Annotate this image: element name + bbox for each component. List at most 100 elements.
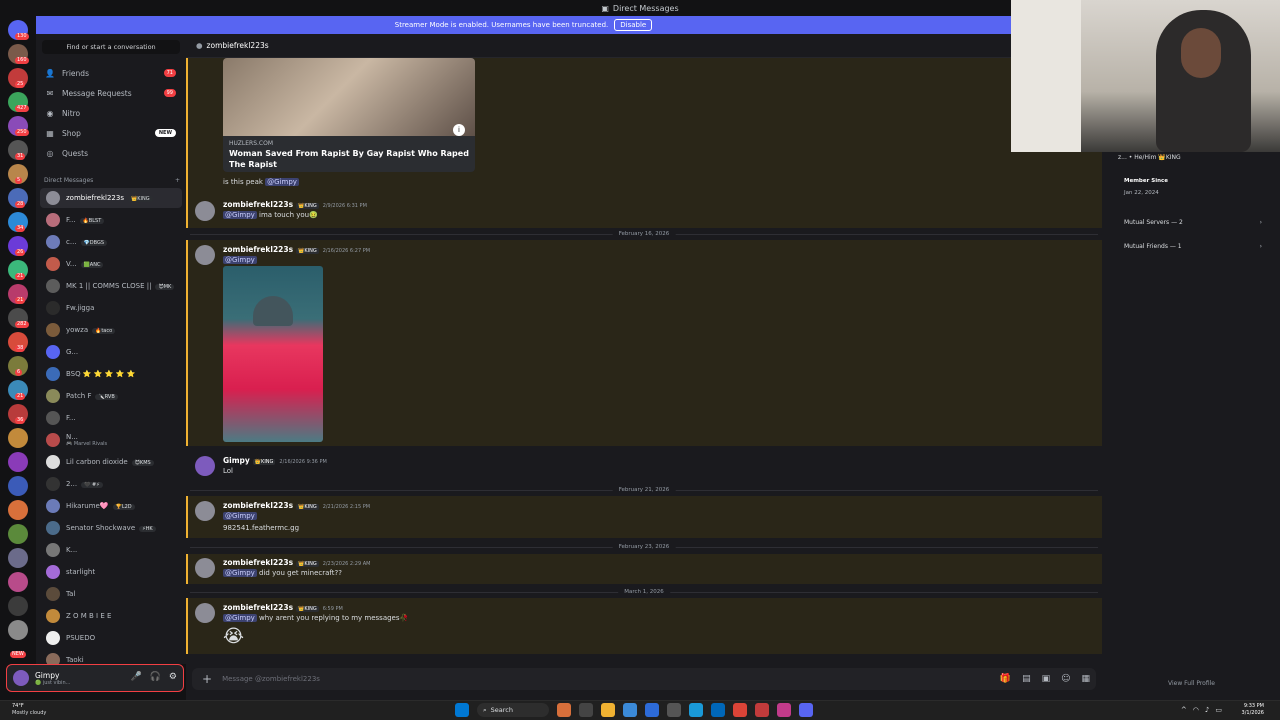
author-name[interactable]: zombiefrekl223s <box>223 603 293 612</box>
message-author[interactable]: Gimpy 👑KING 2/16/2026 9:36 PM <box>223 456 327 465</box>
message-author[interactable]: zombiefrekl223s 👑KING 2/16/2026 6:27 PM <box>223 245 370 254</box>
microphone-icon[interactable]: 🎤 <box>130 672 141 682</box>
avatar[interactable] <box>195 245 215 265</box>
battery-icon[interactable]: ▭ <box>1215 706 1222 714</box>
nav-shop[interactable]: ▦ Shop NEW <box>40 124 182 142</box>
notepad-icon[interactable] <box>667 703 681 717</box>
dm-item[interactable]: BSQ ⭐ ⭐ ⭐ ⭐ ⭐ <box>40 364 182 384</box>
dm-item[interactable]: PSUEDO <box>40 628 182 648</box>
gear-icon[interactable]: ⚙ <box>169 672 177 682</box>
store-icon[interactable] <box>711 703 725 717</box>
edge-icon[interactable] <box>689 703 703 717</box>
dm-item[interactable]: c... 💎DBGS <box>40 232 182 252</box>
widgets-icon[interactable] <box>557 703 571 717</box>
nav-nitro[interactable]: ◉ Nitro <box>40 104 182 122</box>
server-icon[interactable] <box>8 500 28 520</box>
dm-item[interactable]: V... 🟩ANC <box>40 254 182 274</box>
embed-site[interactable]: HUZLERS.COM <box>229 140 273 147</box>
dm-item[interactable]: N... 🎮 Marvel Rivals <box>40 430 182 450</box>
dm-item[interactable]: 2... 🖤 #⚡ <box>40 474 182 494</box>
server-icon[interactable] <box>8 524 28 544</box>
recipient-name[interactable]: zombiefrekl223s <box>207 41 269 50</box>
create-dm-button[interactable]: + <box>175 177 180 184</box>
discord-taskbar-icon[interactable] <box>799 703 813 717</box>
view-full-profile-link[interactable]: View Full Profile <box>1168 680 1215 687</box>
dm-item[interactable]: G... <box>40 342 182 362</box>
mention[interactable]: @Gimpy <box>223 569 257 577</box>
chevron-up-icon[interactable]: ^ <box>1181 706 1187 714</box>
avatar[interactable] <box>195 201 215 221</box>
dm-item[interactable]: K... <box>40 540 182 560</box>
app-icon[interactable] <box>777 703 791 717</box>
message-input[interactable]: Message @zombiefrekl223s <box>222 675 320 683</box>
chrome-icon[interactable] <box>733 703 747 717</box>
dm-item[interactable]: F... 🔥BLST <box>40 210 182 230</box>
gif-icon[interactable]: ▤ <box>1022 674 1031 684</box>
author-name[interactable]: zombiefrekl223s <box>223 245 293 254</box>
find-conversation-button[interactable]: Find or start a conversation <box>42 40 180 54</box>
message-author[interactable]: zombiefrekl223s 👑KING 2/23/2026 2:29 AM <box>223 558 370 567</box>
author-name[interactable]: zombiefrekl223s <box>223 501 293 510</box>
server-icon[interactable] <box>8 452 28 472</box>
message-author[interactable]: zombiefrekl223s 👑KING 6:59 PM <box>223 603 343 612</box>
dm-item[interactable]: Patch F 🔪RVB <box>40 386 182 406</box>
mutual-friends-row[interactable]: Mutual Friends — 1 › <box>1118 238 1268 254</box>
dm-item[interactable]: yowza 🔥taco <box>40 320 182 340</box>
dm-item[interactable]: starlight <box>40 562 182 582</box>
app-icon[interactable] <box>755 703 769 717</box>
server-icon[interactable] <box>8 428 28 448</box>
volume-icon[interactable]: ♪ <box>1205 706 1209 714</box>
server-icon[interactable] <box>8 572 28 592</box>
server-icon[interactable] <box>8 476 28 496</box>
embed-title[interactable]: Woman Saved From Rapist By Gay Rapist Wh… <box>229 148 469 170</box>
wifi-icon[interactable]: ◠ <box>1193 706 1199 714</box>
gift-icon[interactable]: 🎁 <box>1000 674 1011 684</box>
nav-message-requests[interactable]: ✉ Message Requests 99 <box>40 84 182 102</box>
outlook-icon[interactable] <box>645 703 659 717</box>
message-author[interactable]: zombiefrekl223s 👑KING 2/9/2026 6:31 PM <box>223 200 367 209</box>
dm-item[interactable]: F... <box>40 408 182 428</box>
task-view-icon[interactable] <box>579 703 593 717</box>
apps-icon[interactable]: ▦ <box>1081 674 1090 684</box>
server-icon[interactable] <box>8 548 28 568</box>
attached-image[interactable] <box>223 266 323 442</box>
dm-item[interactable]: Tal <box>40 584 182 604</box>
server-icon[interactable] <box>8 596 28 616</box>
info-icon[interactable]: i <box>453 124 465 136</box>
author-name[interactable]: Gimpy <box>223 456 250 465</box>
mention[interactable]: @Gimpy <box>223 512 257 520</box>
message-input-box[interactable]: + Message @zombiefrekl223s 🎁 ▤ ▣ ☺ ▦ <box>192 668 1096 690</box>
dm-item[interactable]: Fw.jigga <box>40 298 182 318</box>
file-explorer-icon[interactable] <box>601 703 615 717</box>
mutual-servers-row[interactable]: Mutual Servers — 2 › <box>1118 214 1268 230</box>
dm-item[interactable]: Hikarume🩷 🏆L2D <box>40 496 182 516</box>
avatar[interactable] <box>13 670 29 686</box>
dm-item[interactable]: Z O M B I E E <box>40 606 182 626</box>
nav-friends[interactable]: 👤 Friends 71 <box>40 64 182 82</box>
plus-icon[interactable]: + <box>202 672 212 686</box>
nav-quests[interactable]: ◎ Quests <box>40 144 182 162</box>
avatar[interactable] <box>195 501 215 521</box>
link-embed[interactable]: i HUZLERS.COM Woman Saved From Rapist By… <box>223 58 475 172</box>
mention[interactable]: @Gimpy <box>223 256 257 264</box>
sticker-icon[interactable]: ▣ <box>1042 674 1051 684</box>
disable-button[interactable]: Disable <box>614 19 653 31</box>
mention[interactable]: @Gimpy <box>265 178 299 186</box>
headphones-icon[interactable]: 🎧 <box>150 672 161 682</box>
avatar[interactable] <box>195 603 215 623</box>
clock[interactable]: 9:33 PM 3/1/2026 <box>1242 703 1264 717</box>
author-name[interactable]: zombiefrekl223s <box>223 558 293 567</box>
server-icon[interactable] <box>8 620 28 640</box>
message-author[interactable]: zombiefrekl223s 👑KING 2/21/2026 2:15 PM <box>223 501 370 510</box>
mention[interactable]: @Gimpy <box>223 211 257 219</box>
avatar[interactable] <box>195 456 215 476</box>
dm-item[interactable]: Senator Shockwave ⚡HK <box>40 518 182 538</box>
taskbar-search[interactable]: ⌕ Search <box>477 703 549 717</box>
copilot-icon[interactable] <box>623 703 637 717</box>
dm-item[interactable]: MK 1 || COMMS CLOSE || 😈MK <box>40 276 182 296</box>
author-name[interactable]: zombiefrekl223s <box>223 200 293 209</box>
mention[interactable]: @Gimpy <box>223 614 257 622</box>
dm-item[interactable]: zombiefrekl223s 👑KING <box>40 188 182 208</box>
emoji-icon[interactable]: ☺ <box>1061 674 1070 684</box>
start-icon[interactable] <box>455 703 469 717</box>
